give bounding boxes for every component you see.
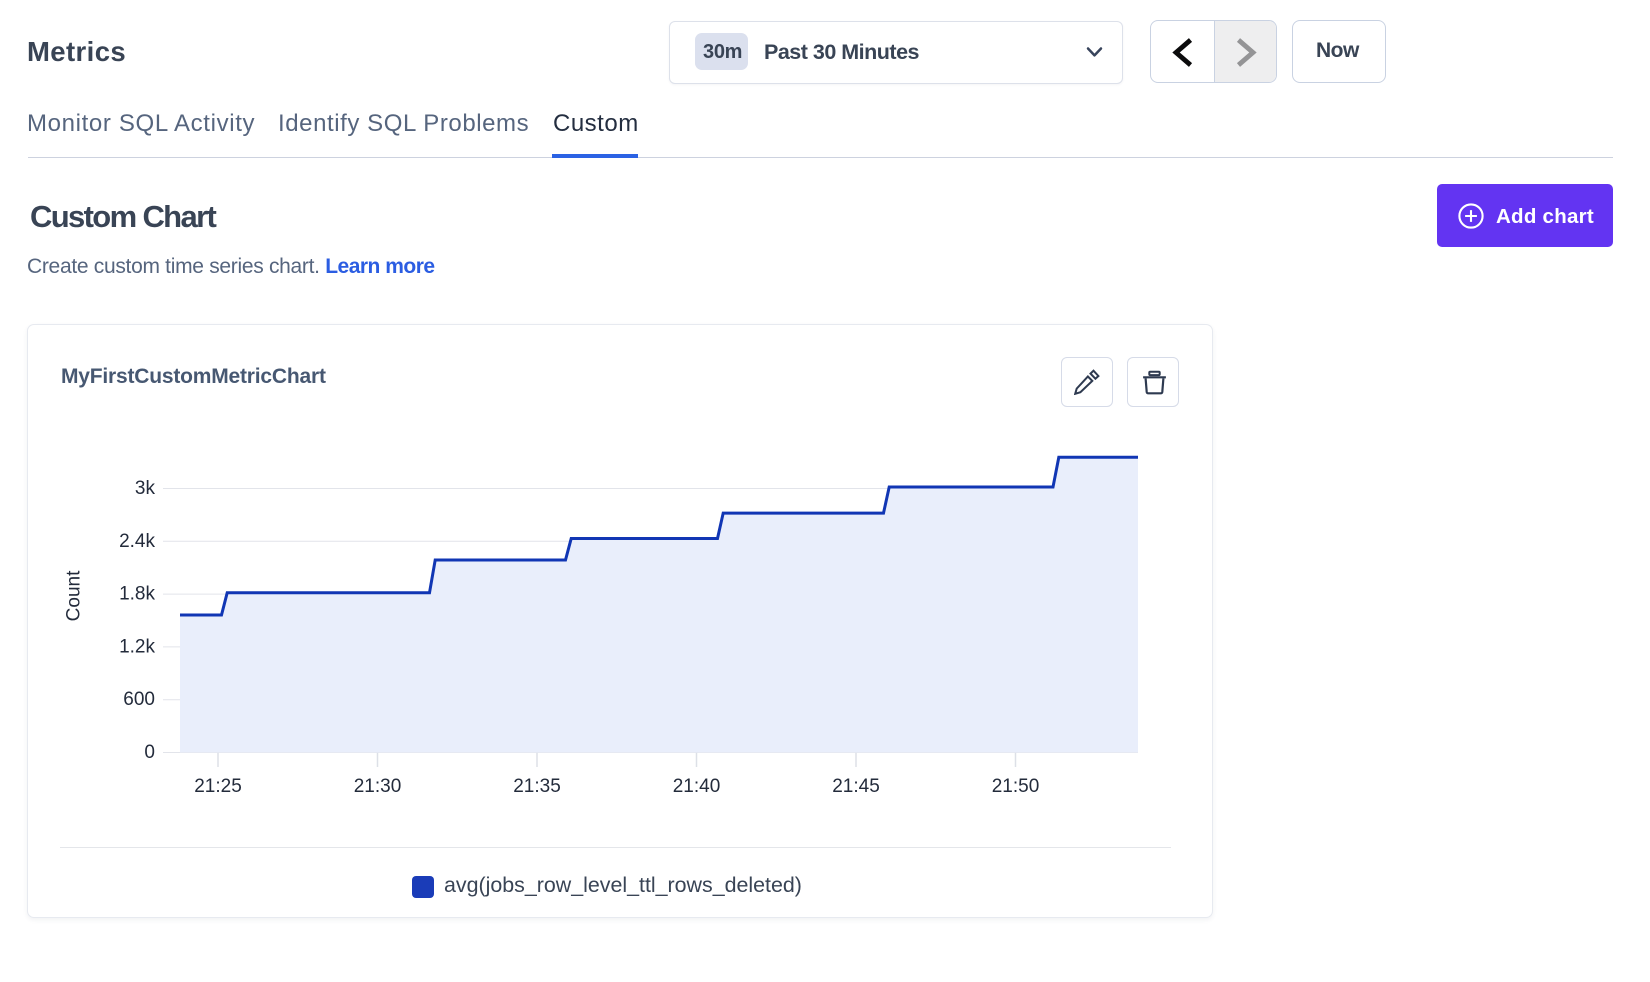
svg-text:21:45: 21:45 [832,776,880,797]
svg-text:21:50: 21:50 [992,776,1040,797]
svg-text:2.4k: 2.4k [119,531,155,552]
svg-text:1.2k: 1.2k [119,636,155,657]
svg-text:Count: Count [63,570,84,621]
svg-text:21:25: 21:25 [194,776,242,797]
svg-text:3k: 3k [135,478,156,499]
svg-text:21:35: 21:35 [513,776,561,797]
svg-text:21:30: 21:30 [354,776,402,797]
svg-text:1.8k: 1.8k [119,584,155,605]
svg-text:0: 0 [144,742,155,763]
svg-text:600: 600 [123,689,155,710]
svg-text:21:40: 21:40 [673,776,721,797]
